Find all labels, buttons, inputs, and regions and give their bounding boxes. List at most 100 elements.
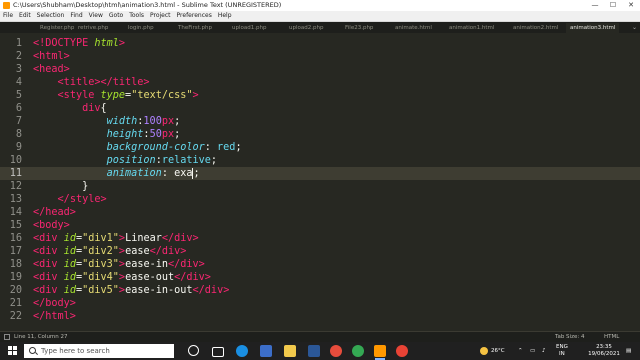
- code-line[interactable]: 10 position:relative;: [0, 154, 640, 167]
- code-token: }: [33, 181, 89, 192]
- edge-browser-icon[interactable]: [236, 345, 248, 357]
- line-number: 18: [9, 259, 22, 270]
- mail-icon[interactable]: [308, 345, 320, 357]
- store-icon[interactable]: [260, 345, 272, 357]
- code-line[interactable]: 7 width:100px;: [0, 115, 640, 128]
- tab-register[interactable]: Register.php: [40, 23, 74, 33]
- menu-help[interactable]: Help: [215, 11, 235, 21]
- tab-animation3[interactable]: animation3.html: [566, 23, 620, 33]
- tab-upload2[interactable]: upload2.php: [289, 23, 323, 33]
- code-text: <div id="div2">ease</div>: [33, 245, 186, 258]
- tab-retrive[interactable]: retrive.php: [78, 23, 108, 33]
- chrome-alt-icon[interactable]: [352, 345, 364, 357]
- tab-thefirst[interactable]: TheFirst.php: [178, 23, 212, 33]
- taskbar-search-input[interactable]: Type here to search: [24, 344, 174, 358]
- code-editor[interactable]: 1 <!DOCTYPE html> 2 <html> 3 <head> 4 <title><…: [0, 34, 640, 331]
- syntax-indicator[interactable]: HTML: [604, 332, 619, 342]
- file-explorer-icon[interactable]: [284, 345, 296, 357]
- code-text: </head>: [33, 206, 76, 219]
- tab-animation1[interactable]: animation1.html: [449, 23, 494, 33]
- clock[interactable]: 23:35 19/06/2021: [586, 344, 622, 358]
- code-token: </div>: [192, 285, 230, 296]
- code-line[interactable]: 16 <div id="div1">Linear</div>: [0, 232, 640, 245]
- code-token: "div5": [82, 285, 119, 296]
- menu-project[interactable]: Project: [147, 11, 174, 21]
- sublime-text-taskbar-icon[interactable]: [374, 345, 386, 360]
- search-icon: [29, 347, 36, 354]
- code-line[interactable]: 17 <div id="div2">ease</div>: [0, 245, 640, 258]
- code-token: "text/css": [131, 90, 193, 101]
- code-token: <style: [57, 90, 95, 101]
- windows-start-icon[interactable]: [8, 346, 18, 356]
- close-button[interactable]: ✕: [622, 0, 640, 11]
- code-line[interactable]: 2 <html>: [0, 50, 640, 63]
- code-text: <div id="div5">ease-in-out</div>: [33, 284, 229, 297]
- window-title: C:\Users\Shubham\Desktop\html\animation3…: [13, 1, 282, 9]
- tab-animate[interactable]: animate.html: [395, 23, 432, 33]
- code-token: ease-in-out: [125, 285, 193, 296]
- cortana-icon[interactable]: [188, 345, 199, 356]
- task-view-icon[interactable]: [212, 347, 224, 357]
- line-number: 9: [15, 142, 22, 153]
- code-line[interactable]: 18 <div id="div3">ease-in</div>: [0, 258, 640, 271]
- code-token: <body>: [33, 220, 70, 231]
- code-line[interactable]: 11 animation: exa;: [0, 167, 640, 180]
- code-token: </body>: [33, 298, 76, 309]
- menu-find[interactable]: Find: [67, 11, 85, 21]
- menu-preferences[interactable]: Preferences: [174, 11, 215, 21]
- code-token: </html>: [33, 311, 76, 322]
- minimize-button[interactable]: —: [586, 0, 604, 11]
- temperature[interactable]: 26°C: [491, 342, 505, 360]
- notifications-icon[interactable]: ▤: [626, 342, 631, 360]
- tab-upload1[interactable]: upload1.php: [232, 23, 266, 33]
- menu-file[interactable]: File: [0, 11, 16, 21]
- code-line[interactable]: 22 </html>: [0, 310, 640, 323]
- language-indicator[interactable]: ENG IN: [556, 344, 568, 358]
- tab-size-indicator[interactable]: Tab Size: 4: [555, 332, 584, 342]
- tab-login[interactable]: login.php: [128, 23, 154, 33]
- weather-icon[interactable]: [480, 347, 488, 355]
- code-line[interactable]: 9 background-color: red;: [0, 141, 640, 154]
- code-token: <div: [33, 246, 58, 257]
- maximize-button[interactable]: ☐: [604, 0, 622, 11]
- code-line[interactable]: 14 </head>: [0, 206, 640, 219]
- code-text: height:50px;: [33, 128, 181, 141]
- code-line[interactable]: 5 <style type="text/css">: [0, 89, 640, 102]
- code-line[interactable]: 15 <body>: [0, 219, 640, 232]
- code-line[interactable]: 13 </style>: [0, 193, 640, 206]
- menu-goto[interactable]: Goto: [106, 11, 126, 21]
- code-line[interactable]: 6 div{: [0, 102, 640, 115]
- line-number: 1: [15, 38, 22, 49]
- code-line[interactable]: 20 <div id="div5">ease-in-out</div>: [0, 284, 640, 297]
- code-line[interactable]: 1 <!DOCTYPE html>: [0, 37, 640, 50]
- menu-view[interactable]: View: [86, 11, 106, 21]
- line-number: 2: [15, 51, 22, 62]
- network-icon[interactable]: ▭: [530, 342, 535, 360]
- code-line[interactable]: 19 <div id="div4">ease-out</div>: [0, 271, 640, 284]
- code-line[interactable]: 8 height:50px;: [0, 128, 640, 141]
- volume-icon[interactable]: ♪: [542, 342, 546, 360]
- status-bar: Line 11, Column 27 Tab Size: 4 HTML: [0, 331, 640, 342]
- code-line[interactable]: 4 <title></title>: [0, 76, 640, 89]
- media-app-icon[interactable]: [330, 345, 342, 357]
- panel-toggle-icon[interactable]: [4, 334, 10, 340]
- chrome-icon[interactable]: [396, 345, 408, 357]
- code-line[interactable]: 12 }: [0, 180, 640, 193]
- code-token: <div: [33, 285, 58, 296]
- tab-file23[interactable]: File23.php: [345, 23, 373, 33]
- tab-animation2[interactable]: animation2.html: [513, 23, 558, 33]
- menu-edit[interactable]: Edit: [16, 11, 34, 21]
- tray-expand-chevron-icon[interactable]: ⌃: [518, 342, 523, 360]
- tab-menu-chevron-icon[interactable]: ⌄: [632, 23, 637, 33]
- menu-selection[interactable]: Selection: [34, 11, 68, 21]
- code-token: :: [204, 142, 218, 153]
- code-line[interactable]: 3 <head>: [0, 63, 640, 76]
- menu-tools[interactable]: Tools: [126, 11, 147, 21]
- code-token: id: [63, 246, 76, 257]
- code-line[interactable]: 21 </body>: [0, 297, 640, 310]
- code-text: <div id="div3">ease-in</div>: [33, 258, 205, 271]
